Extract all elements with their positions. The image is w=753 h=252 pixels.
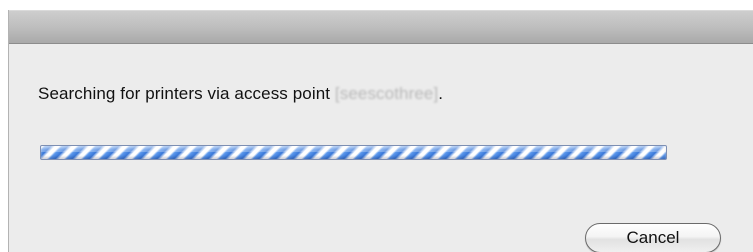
cancel-button[interactable]: Cancel <box>585 223 721 252</box>
printer-search-dialog: Searching for printers via access point … <box>8 10 753 252</box>
message-prefix: Searching for printers via access point <box>38 84 335 103</box>
progress-gloss <box>41 146 666 152</box>
access-point-name: [seescothree] <box>334 84 439 103</box>
title-bar[interactable] <box>9 10 753 44</box>
message-suffix: . <box>438 84 444 103</box>
status-message: Searching for printers via access point … <box>38 84 443 104</box>
indeterminate-progress-bar <box>40 145 667 160</box>
